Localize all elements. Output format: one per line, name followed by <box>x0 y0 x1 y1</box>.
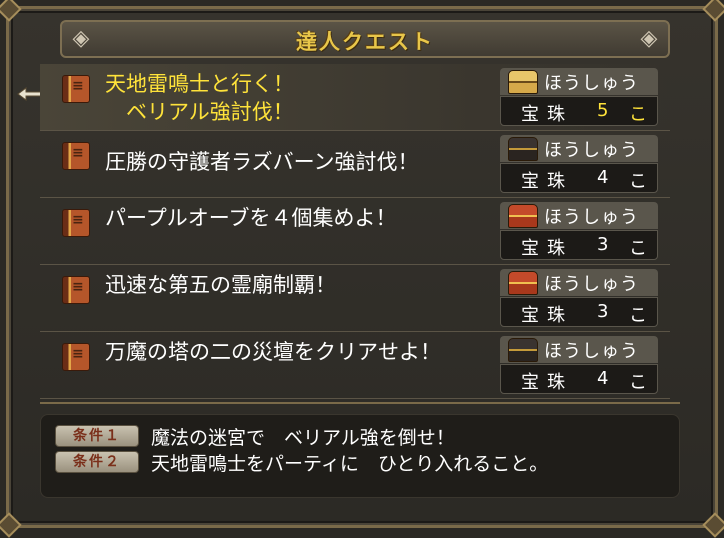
black-chest-icon <box>508 137 538 161</box>
reward-header: ほうしゅう <box>500 68 658 95</box>
condition-text: 天地雷鳴士をパーティに ひとり入れること。 <box>151 453 549 475</box>
quest-row[interactable]: ≡ 迅速な第五の霊廟制覇！ ほうしゅう 宝珠 3 こ <box>40 265 670 332</box>
reward-count: 5 <box>597 100 609 121</box>
reward-item: 宝珠 <box>521 238 573 259</box>
reward-detail: 宝珠 3 こ <box>500 230 658 260</box>
reward-detail: 宝珠 4 こ <box>500 364 658 394</box>
reward-header: ほうしゅう <box>500 135 658 162</box>
quest-name: 万魔の塔の二の災壇をクリアせよ！ <box>105 340 441 364</box>
reward-item: 宝珠 <box>521 104 573 125</box>
reward-count: 4 <box>597 368 609 389</box>
condition-badge: 条件１ <box>55 425 139 447</box>
window-title: 達人クエスト <box>296 30 434 54</box>
reward-unit: こ <box>629 104 647 125</box>
reward-label: ほうしゅう <box>544 207 639 228</box>
reward-unit: こ <box>629 305 647 326</box>
quest-book-icon: ≡ <box>62 142 90 170</box>
reward-detail: 宝珠 5 こ <box>500 96 658 126</box>
reward-detail: 宝珠 3 こ <box>500 297 658 327</box>
conditions-panel: 条件１ 魔法の迷宮で ベリアル強を倒せ！ 条件２ 天地雷鳴士をパーティに ひとり… <box>40 414 680 498</box>
reward-label: ほうしゅう <box>544 73 639 94</box>
title-bar: ◈ 達人クエスト ◈ <box>60 20 670 58</box>
reward-item: 宝珠 <box>521 305 573 326</box>
condition-row: 条件２ 天地雷鳴士をパーティに ひとり入れること。 <box>55 449 665 475</box>
quest-row[interactable]: ≡ パープルオーブを４個集めよ！ ほうしゅう 宝珠 3 こ <box>40 198 670 265</box>
reward-header: ほうしゅう <box>500 269 658 296</box>
condition-row: 条件１ 魔法の迷宮で ベリアル強を倒せ！ <box>55 423 665 449</box>
quest-book-icon: ≡ <box>62 276 90 304</box>
section-divider <box>40 402 680 404</box>
reward-detail: 宝珠 4 こ <box>500 163 658 193</box>
reward-unit: こ <box>629 171 647 192</box>
reward-count: 3 <box>597 301 609 322</box>
black-chest-icon <box>508 338 538 362</box>
reward-count: 4 <box>597 167 609 188</box>
quest-name: 天地雷鳴士と行く！ ベリアル強討伐！ <box>105 72 294 124</box>
quest-row[interactable]: ≡ 圧勝の守護者ラズバーン強討伐！ ほうしゅう 宝珠 4 こ <box>40 131 670 198</box>
red-chest-icon <box>508 204 538 228</box>
reward-item: 宝珠 <box>521 372 573 393</box>
condition-text: 魔法の迷宮で ベリアル強を倒せ！ <box>151 427 455 449</box>
reward-label: ほうしゅう <box>544 274 639 295</box>
frame-corner-ornament <box>0 0 22 22</box>
reward-unit: こ <box>629 372 647 393</box>
quest-name: 圧勝の守護者ラズバーン強討伐！ <box>105 150 419 174</box>
reward-label: ほうしゅう <box>544 140 639 161</box>
reward-unit: こ <box>629 238 647 259</box>
reward-header: ほうしゅう <box>500 336 658 363</box>
quest-name: 迅速な第五の霊廟制覇！ <box>105 273 336 297</box>
reward-box: ほうしゅう 宝珠 3 こ <box>500 269 658 327</box>
quest-book-icon: ≡ <box>62 343 90 371</box>
quest-name: パープルオーブを４個集めよ！ <box>105 206 397 230</box>
right-ornament-icon: ◈ <box>640 26 658 51</box>
red-chest-icon <box>508 271 538 295</box>
reward-item: 宝珠 <box>521 171 573 192</box>
reward-box: ほうしゅう 宝珠 4 こ <box>500 336 658 394</box>
reward-header: ほうしゅう <box>500 202 658 229</box>
reward-box: ほうしゅう 宝珠 3 こ <box>500 202 658 260</box>
reward-label: ほうしゅう <box>544 341 639 362</box>
quest-row[interactable]: ≡ 天地雷鳴士と行く！ ベリアル強討伐！ ほうしゅう 宝珠 5 こ <box>40 64 670 131</box>
quest-row[interactable]: ≡ 万魔の塔の二の災壇をクリアせよ！ ほうしゅう 宝珠 4 こ <box>40 332 670 399</box>
reward-count: 3 <box>597 234 609 255</box>
condition-badge: 条件２ <box>55 451 139 473</box>
frame-corner-ornament <box>702 0 724 22</box>
reward-box: ほうしゅう 宝珠 5 こ <box>500 68 658 126</box>
quest-book-icon: ≡ <box>62 75 90 103</box>
quest-list: ≡ 天地雷鳴士と行く！ ベリアル強討伐！ ほうしゅう 宝珠 5 こ ≡ 圧勝の守… <box>40 64 670 399</box>
quest-book-icon: ≡ <box>62 209 90 237</box>
reward-box: ほうしゅう 宝珠 4 こ <box>500 135 658 193</box>
gold-chest-icon <box>508 70 538 94</box>
